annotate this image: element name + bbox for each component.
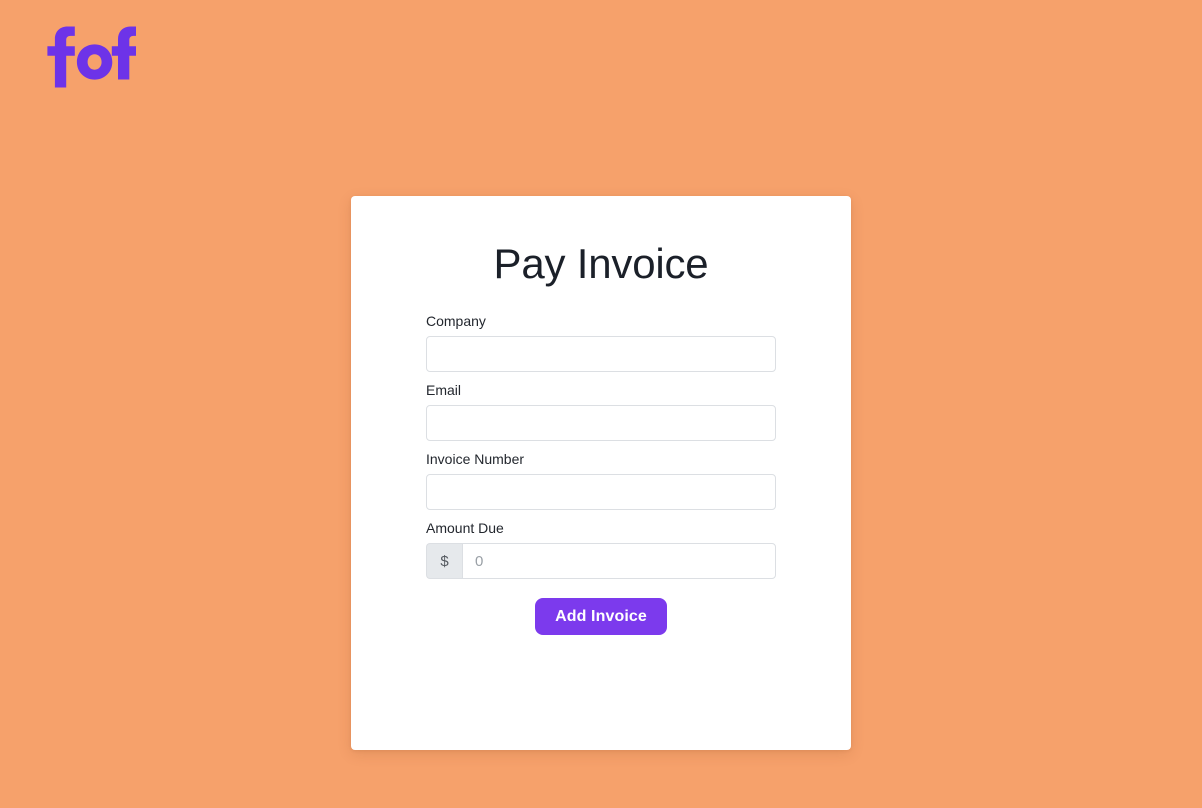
form-actions: Add Invoice (426, 598, 776, 635)
email-input[interactable] (426, 405, 776, 441)
invoice-number-input[interactable] (426, 474, 776, 510)
pay-invoice-form: Company Email Invoice Number Amount Due … (426, 313, 776, 635)
amount-due-input-group: $ (426, 543, 776, 579)
add-invoice-button[interactable]: Add Invoice (535, 598, 667, 635)
field-label-email: Email (426, 382, 462, 398)
dollar-sign-icon: $ (426, 543, 462, 579)
field-company: Company (426, 313, 776, 372)
company-input[interactable] (426, 336, 776, 372)
pay-invoice-card: Pay Invoice Company Email Invoice Number… (351, 196, 851, 750)
field-label-amount-due: Amount Due (426, 520, 504, 536)
field-email: Email (426, 382, 776, 441)
field-invoice-number: Invoice Number (426, 451, 776, 510)
amount-due-input[interactable] (462, 543, 776, 579)
page-title: Pay Invoice (493, 240, 709, 287)
field-label-invoice-number: Invoice Number (426, 451, 525, 467)
field-amount-due: Amount Due $ (426, 520, 776, 579)
fof-logomark-icon (47, 26, 136, 88)
brand-logo[interactable]: fof (44, 22, 136, 92)
field-label-company: Company (426, 313, 486, 329)
